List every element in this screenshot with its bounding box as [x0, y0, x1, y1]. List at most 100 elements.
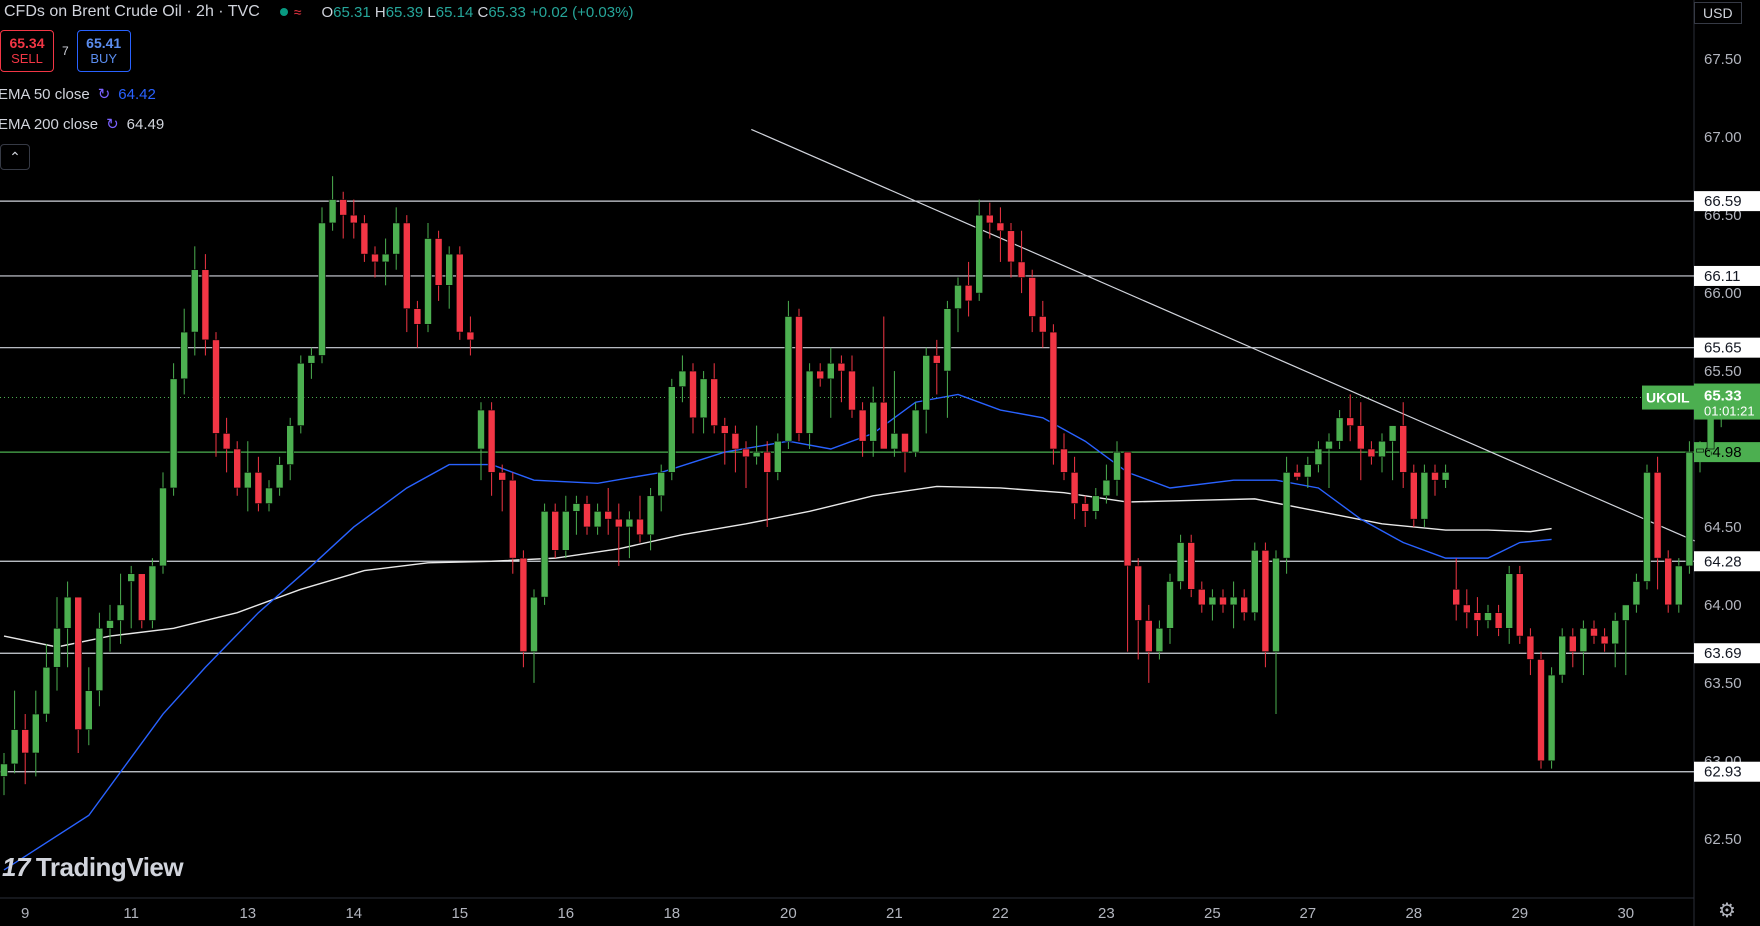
- candle-body: [445, 253, 454, 286]
- candle: [1134, 558, 1142, 660]
- candle-body: [1357, 425, 1365, 450]
- candle: [773, 433, 782, 481]
- candle-body: [1219, 596, 1227, 606]
- candle-body: [127, 573, 135, 582]
- candle: [1558, 628, 1566, 683]
- candle: [455, 246, 464, 340]
- sell-button[interactable]: 65.34 SELL: [0, 30, 54, 72]
- candle-body: [1664, 557, 1672, 606]
- candle-body: [1494, 612, 1503, 629]
- candle-body: [657, 472, 666, 497]
- candle: [890, 371, 899, 457]
- candle-body: [752, 451, 761, 458]
- x-tick-label: 23: [1098, 905, 1115, 922]
- candle: [519, 550, 528, 668]
- candle-body: [1420, 472, 1429, 520]
- indicator-ema50[interactable]: EMA 50 close ↻ 64.42: [0, 85, 156, 104]
- candle-body: [360, 222, 369, 255]
- candle-body: [1123, 451, 1132, 567]
- candle-body: [434, 238, 443, 286]
- symbol-title[interactable]: CFDs on Brent Crude Oil · 2h · TVC: [0, 3, 260, 21]
- candle: [1293, 464, 1301, 481]
- candle-body: [487, 409, 496, 473]
- candle-body: [710, 378, 719, 426]
- candle: [1070, 456, 1079, 520]
- candle: [1675, 558, 1683, 613]
- candle: [901, 433, 909, 473]
- candle: [191, 246, 199, 356]
- candle: [392, 207, 401, 270]
- candle: [1198, 581, 1206, 613]
- candle-body: [1367, 448, 1376, 458]
- candle: [1622, 604, 1630, 676]
- candle: [318, 207, 326, 364]
- candle-body: [1314, 448, 1323, 465]
- candle-body: [593, 511, 602, 528]
- collapse-legend-button[interactable]: ⌃: [0, 144, 30, 170]
- indicator-label: EMA 200 close: [0, 115, 99, 133]
- candle: [1017, 230, 1026, 294]
- candle: [31, 690, 40, 777]
- candle-body: [932, 355, 941, 364]
- buy-label: BUY: [90, 51, 118, 66]
- candle-body: [392, 222, 401, 255]
- candle: [1441, 464, 1450, 488]
- y-tick-label: 64.50: [1704, 519, 1742, 536]
- wave-icon: ≈: [293, 4, 302, 20]
- candle-body: [742, 448, 750, 458]
- candle: [349, 199, 358, 239]
- candle-body: [1325, 440, 1333, 450]
- candle-body: [975, 214, 984, 294]
- candle: [689, 363, 697, 434]
- candle-body: [1388, 425, 1397, 442]
- candle: [1060, 433, 1068, 481]
- chevron-up-icon: ⌃: [9, 148, 21, 165]
- last-price-value: 65.33: [1704, 388, 1742, 405]
- candle-body: [1293, 472, 1301, 478]
- candle: [445, 246, 454, 309]
- candle: [254, 456, 263, 512]
- candle-body: [583, 503, 591, 528]
- price-chart[interactable]: 67.5067.0066.5066.0065.5065.0064.5064.00…: [0, 0, 1760, 926]
- candle: [1505, 565, 1513, 644]
- candle-body: [63, 596, 72, 629]
- candle: [996, 207, 1005, 262]
- candle-body: [1007, 230, 1015, 263]
- candle-body: [858, 409, 867, 442]
- x-tick-label: 13: [239, 905, 256, 922]
- candle-body: [1017, 261, 1026, 278]
- candle: [1431, 464, 1439, 496]
- candle: [487, 402, 496, 496]
- candle: [85, 667, 93, 746]
- candle: [1473, 597, 1482, 637]
- candle-body: [1685, 451, 1694, 567]
- candle: [1537, 651, 1545, 769]
- candle-body: [31, 713, 40, 754]
- candle: [593, 503, 602, 535]
- candle-body: [349, 214, 358, 224]
- candle-body: [1484, 612, 1492, 621]
- candle-body: [784, 316, 793, 442]
- candle-body: [286, 425, 295, 465]
- candle: [1272, 550, 1280, 715]
- candle: [1526, 628, 1535, 676]
- candle-body: [296, 362, 305, 426]
- candle-body: [1600, 635, 1609, 645]
- candle: [1653, 456, 1662, 590]
- candle-body: [869, 401, 878, 442]
- candle-body: [1378, 440, 1386, 458]
- candle-body: [1028, 277, 1036, 317]
- candle-body: [1611, 620, 1619, 645]
- candle-body: [540, 511, 549, 598]
- buy-button[interactable]: 65.41 BUY: [76, 30, 131, 72]
- candle-body: [699, 378, 708, 419]
- candle-body: [519, 557, 528, 652]
- candle: [307, 347, 316, 379]
- currency-selector[interactable]: USD: [1694, 2, 1742, 24]
- candle: [339, 191, 348, 239]
- indicator-ema200[interactable]: EMA 200 close ↻ 64.49: [0, 115, 164, 134]
- candle-body: [275, 464, 284, 489]
- x-tick-label: 16: [557, 905, 574, 922]
- gear-icon[interactable]: ⚙: [1718, 898, 1736, 923]
- candle-body: [826, 362, 835, 380]
